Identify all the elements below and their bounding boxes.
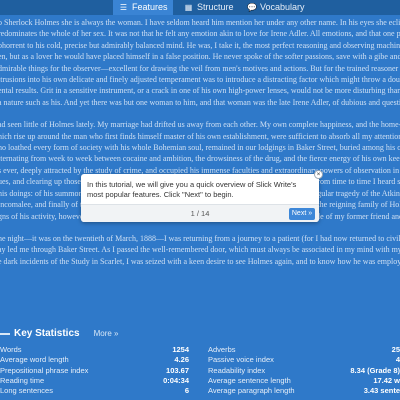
text-line: a nature such as his. And yet there was …: [0, 97, 400, 107]
next-button[interactable]: Next »: [289, 208, 315, 220]
stat-label: Words: [0, 345, 22, 354]
text-line: e dark incidents of the Study in Scarlet…: [0, 256, 400, 266]
stat-label: Readability index: [208, 365, 266, 375]
stat-row: Passive voice index 4: [208, 355, 400, 365]
tutorial-popover: In this tutorial, we will give you a qui…: [81, 174, 319, 222]
stat-value: 17.42 w: [373, 375, 400, 385]
tab-structure-label: Structure: [197, 2, 234, 12]
text-line: bhorrent to his cold, precise but admira…: [0, 40, 400, 50]
stat-label: Average paragraph length: [208, 386, 295, 396]
tab-vocabulary-label: Vocabulary: [260, 2, 305, 12]
stat-row: Prepositional phrase index 103.67: [0, 366, 189, 376]
more-stats-link[interactable]: More »: [94, 329, 119, 338]
stat-row: Average paragraph length 3.43 sente: [208, 386, 400, 396]
stat-label: Average word length: [0, 355, 69, 365]
stat-value: 4.26: [174, 355, 189, 365]
paragraph: o Sherlock Holmes she is always the woma…: [0, 17, 400, 108]
feature-tab-bar: ☰ Features ▦ Structure 💬 Vocabulary: [0, 0, 400, 15]
stat-value: 25: [391, 345, 400, 354]
key-statistics-panel: Key Statistics More » Words 1254 Average wo…: [0, 326, 400, 400]
stat-row: Average word length 4.26: [0, 355, 189, 365]
text-line: ay led me through Baker Street. As I pas…: [0, 245, 400, 255]
close-icon[interactable]: ×: [314, 170, 323, 179]
stat-row: Adverbs 25: [208, 345, 400, 355]
stat-value: 8.34 (Grade 8): [350, 365, 400, 375]
text-line: o Sherlock Holmes she is always the woma…: [0, 18, 400, 27]
tab-features[interactable]: ☰ Features: [113, 0, 173, 15]
stat-value: 3.43 sente: [363, 386, 400, 396]
text-line: redominates the whole of her sex. It was…: [0, 29, 400, 39]
text-line: ental results. Grit in a sensitive instr…: [0, 86, 400, 96]
stat-label: Average sentence length: [208, 375, 291, 385]
text-line: lternating from week to week between coc…: [0, 154, 400, 164]
tab-structure[interactable]: ▦ Structure: [178, 0, 238, 15]
text-line: hich rise up around the man who first fi…: [0, 131, 400, 141]
stat-label: Long sentences: [0, 386, 53, 396]
key-statistics-header: Key Statistics More »: [0, 328, 119, 342]
stat-value: 0:04:34: [163, 375, 189, 385]
text-line: ne night—it was on the twentieth of Marc…: [0, 233, 400, 243]
stat-value: 6: [184, 386, 189, 396]
stat-row: Reading time 0:04:34: [0, 376, 189, 386]
tutorial-step-counter: 1 / 14: [190, 209, 210, 218]
stat-label: Adverbs: [208, 345, 236, 354]
stat-row: Average sentence length 17.42 w: [208, 376, 400, 386]
text-line: en, but as a lover he would have placed …: [0, 52, 400, 62]
speech-bubble-icon: 💬: [247, 3, 257, 12]
stat-label: Passive voice index: [208, 355, 274, 365]
tutorial-footer: 1 / 14 Next »: [81, 204, 319, 222]
bar-chart-icon: [0, 327, 10, 335]
paragraph: ne night—it was on the twentieth of Marc…: [0, 233, 400, 267]
text-line: dmirable things for the observer—excelle…: [0, 63, 400, 73]
text-line: ad seen little of Holmes lately. My marr…: [0, 120, 400, 130]
list-icon: ☰: [119, 3, 128, 12]
tutorial-text: In this tutorial, we will give you a qui…: [87, 180, 297, 199]
text-line: ho loathed every form of society with hi…: [0, 143, 400, 153]
stat-row: Words 1254: [0, 345, 189, 355]
stat-row: Readability index 8.34 (Grade 8): [208, 366, 400, 376]
key-statistics-title: Key Statistics: [14, 328, 80, 339]
stat-value: 4: [395, 355, 400, 365]
tab-vocabulary[interactable]: 💬 Vocabulary: [243, 0, 309, 15]
grid-icon: ▦: [184, 3, 193, 12]
stat-label: Prepositional phrase index: [0, 365, 89, 375]
stat-label: Reading time: [0, 375, 45, 385]
stat-value: 1254: [172, 345, 189, 354]
text-line: itrusions into his own delicate and fine…: [0, 75, 400, 85]
stat-value: 103.67: [166, 365, 189, 375]
stat-row: Long sentences 6: [0, 386, 189, 396]
tab-features-label: Features: [132, 2, 168, 12]
